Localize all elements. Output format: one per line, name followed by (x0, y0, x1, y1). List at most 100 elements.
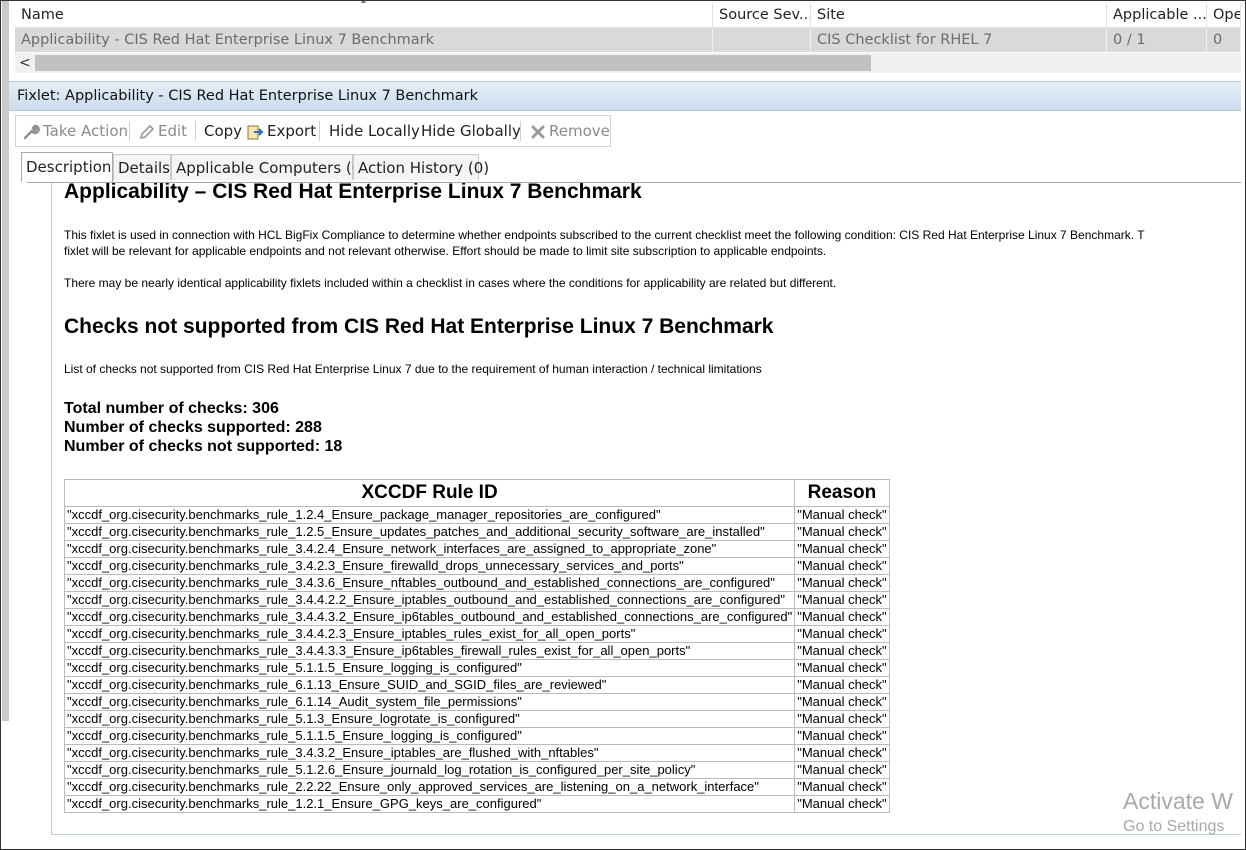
table-row: "xccdf_org.cisecurity.benchmarks_rule_3.… (63, 591, 890, 609)
table-row: "xccdf_org.cisecurity.benchmarks_rule_3.… (63, 574, 890, 592)
rule-id-cell: "xccdf_org.cisecurity.benchmarks_rule_5.… (63, 659, 796, 677)
description-pane[interactable]: Applicability – CIS Red Hat Enterprise L… (27, 182, 1241, 843)
reason-cell: "Manual check" (794, 557, 890, 575)
watermark-line1: Activate W (1123, 788, 1233, 814)
rule-id-cell: "xccdf_org.cisecurity.benchmarks_rule_3.… (63, 574, 796, 592)
table-row: "xccdf_org.cisecurity.benchmarks_rule_3.… (63, 540, 890, 558)
reason-cell: "Manual check" (794, 693, 890, 711)
scroll-left-arrow-icon[interactable]: < (19, 53, 31, 73)
hide-locally-button[interactable]: Hide Locally (329, 116, 420, 146)
reason-cell: "Manual check" (794, 710, 890, 728)
fixlet-title: Fixlet: Applicability - CIS Red Hat Ente… (17, 88, 479, 104)
toolbar-separator (129, 121, 130, 141)
row-applicable: 0 / 1 (1107, 28, 1207, 52)
scrollbar-thumb[interactable] (35, 55, 871, 71)
hide-globally-label: Hide Globally (421, 122, 521, 140)
rule-id-cell: "xccdf_org.cisecurity.benchmarks_rule_3.… (63, 625, 796, 643)
edit-button[interactable]: Edit (139, 116, 187, 146)
reason-cell: "Manual check" (794, 506, 890, 524)
toolbar-separator (520, 121, 521, 141)
table-row: "xccdf_org.cisecurity.benchmarks_rule_1.… (63, 523, 890, 541)
column-header-open[interactable]: Ope (1207, 3, 1241, 27)
copy-button[interactable]: Copy (204, 116, 242, 146)
description-paragraph: This fixlet is used in connection with H… (64, 228, 1145, 242)
rule-id-cell: "xccdf_org.cisecurity.benchmarks_rule_1.… (63, 506, 796, 524)
table-row: "xccdf_org.cisecurity.benchmarks_rule_3.… (63, 625, 890, 643)
toolbar-separator (319, 121, 320, 141)
take-action-button[interactable]: Take Action (22, 116, 128, 146)
table-row: "xccdf_org.cisecurity.benchmarks_rule_6.… (63, 676, 890, 694)
reason-cell: "Manual check" (794, 778, 890, 796)
table-row: "xccdf_org.cisecurity.benchmarks_rule_1.… (63, 506, 890, 524)
rule-id-cell: "xccdf_org.cisecurity.benchmarks_rule_3.… (63, 540, 796, 558)
unsupported-checks: Number of checks not supported: 18 (64, 438, 343, 455)
reason-cell: "Manual check" (794, 744, 890, 762)
unsupported-rules-table: XCCDF Rule ID Reason "xccdf_org.cisecuri… (63, 479, 890, 813)
x-icon (531, 125, 545, 138)
reason-cell: "Manual check" (794, 659, 890, 677)
rule-id-cell: "xccdf_org.cisecurity.benchmarks_rule_6.… (63, 693, 796, 711)
column-header-applicable[interactable]: Applicable ... (1107, 3, 1207, 27)
rule-id-cell: "xccdf_org.cisecurity.benchmarks_rule_3.… (63, 744, 796, 762)
rule-id-cell: "xccdf_org.cisecurity.benchmarks_rule_1.… (63, 523, 796, 541)
tab-applicable-computers[interactable]: Applicable Computers (0) (171, 154, 367, 180)
reason-cell: "Manual check" (794, 540, 890, 558)
rule-id-cell: "xccdf_org.cisecurity.benchmarks_rule_3.… (63, 642, 796, 660)
row-site: CIS Checklist for RHEL 7 (811, 28, 1107, 52)
rule-id-cell: "xccdf_org.cisecurity.benchmarks_rule_3.… (63, 608, 796, 626)
horizontal-scrollbar[interactable]: < (15, 53, 1241, 73)
remove-button[interactable]: Remove (530, 116, 610, 146)
table-row: "xccdf_org.cisecurity.benchmarks_rule_2.… (63, 778, 890, 796)
pencil-icon (139, 124, 155, 139)
rule-id-cell: "xccdf_org.cisecurity.benchmarks_rule_2.… (63, 778, 796, 796)
tab-details[interactable]: Details (113, 154, 171, 180)
content-border (51, 183, 52, 835)
column-header-name[interactable]: Name (15, 3, 713, 27)
hide-locally-label: Hide Locally (329, 122, 420, 140)
left-splitter[interactable] (2, 1, 9, 721)
column-header-rule-id: XCCDF Rule ID (63, 479, 796, 507)
total-checks: Total number of checks: 306 (64, 400, 279, 417)
column-header-site[interactable]: Site (811, 3, 1107, 27)
remove-label: Remove (549, 122, 610, 140)
description-paragraph: List of checks not supported from CIS Re… (64, 362, 762, 376)
watermark-line2: Go to Settings (1123, 818, 1225, 835)
export-label: Export (267, 122, 317, 140)
tab-action-history[interactable]: Action History (0) (353, 154, 489, 180)
rule-id-cell: "xccdf_org.cisecurity.benchmarks_rule_6.… (63, 676, 796, 694)
table-header-row: XCCDF Rule ID Reason (63, 479, 890, 507)
unsupported-checks-heading: Checks not supported from CIS Red Hat En… (64, 315, 774, 338)
table-row: "xccdf_org.cisecurity.benchmarks_rule_1.… (63, 795, 890, 813)
table-row: "xccdf_org.cisecurity.benchmarks_rule_5.… (63, 659, 890, 677)
console-window: ✕ Name Source Sev... Site Applicable ...… (0, 0, 1246, 850)
hide-globally-button[interactable]: Hide Globally (421, 116, 521, 146)
rule-id-cell: "xccdf_org.cisecurity.benchmarks_rule_5.… (63, 710, 796, 728)
reason-cell: "Manual check" (794, 591, 890, 609)
toolbar-separator (195, 121, 196, 141)
rule-id-cell: "xccdf_org.cisecurity.benchmarks_rule_5.… (63, 761, 796, 779)
reason-cell: "Manual check" (794, 727, 890, 745)
table-row: "xccdf_org.cisecurity.benchmarks_rule_5.… (63, 727, 890, 745)
edit-label: Edit (158, 122, 188, 140)
reason-cell: "Manual check" (794, 523, 890, 541)
fixlet-list-row[interactable]: Applicability - CIS Red Hat Enterprise L… (15, 28, 1241, 52)
reason-cell: "Manual check" (794, 795, 890, 813)
row-open: 0 (1207, 28, 1241, 52)
wrench-icon (23, 124, 40, 139)
table-row: "xccdf_org.cisecurity.benchmarks_rule_3.… (63, 642, 890, 660)
row-source-severity (713, 28, 811, 52)
reason-cell: "Manual check" (794, 642, 890, 660)
table-row: "xccdf_org.cisecurity.benchmarks_rule_3.… (63, 557, 890, 575)
description-paragraph: fixlet will be relevant for applicable e… (64, 244, 827, 258)
copy-label: Copy (204, 122, 243, 140)
row-name: Applicability - CIS Red Hat Enterprise L… (15, 28, 713, 52)
export-button[interactable]: Export (246, 116, 316, 146)
table-body: "xccdf_org.cisecurity.benchmarks_rule_1.… (63, 506, 890, 813)
tab-description[interactable]: Description (21, 152, 113, 182)
table-row: "xccdf_org.cisecurity.benchmarks_rule_5.… (63, 761, 890, 779)
reason-cell: "Manual check" (794, 761, 890, 779)
column-header-source-severity[interactable]: Source Sev... (713, 3, 811, 27)
rule-id-cell: "xccdf_org.cisecurity.benchmarks_rule_1.… (63, 795, 796, 813)
fixlet-list-header: Name Source Sev... Site Applicable ... O… (15, 3, 1241, 28)
take-action-label: Take Action (43, 122, 128, 140)
